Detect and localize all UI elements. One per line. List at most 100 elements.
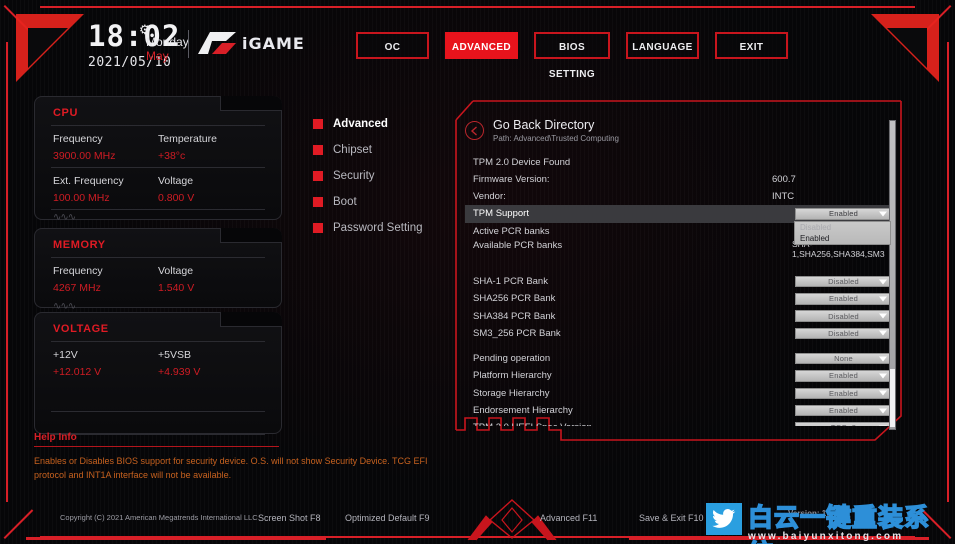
setting-value: INTC — [772, 191, 795, 203]
help-info-section: Help Info Enables or Disables BIOS suppo… — [34, 432, 454, 483]
bottom-red-line-left — [26, 537, 326, 540]
setting-dropdown[interactable]: Disabled — [795, 327, 892, 340]
dropdown-selected-value: Disabled — [828, 328, 859, 338]
setting-row[interactable]: Pending operation None — [465, 350, 892, 367]
tab-language[interactable]: LANGUAGE — [626, 32, 699, 59]
setting-row[interactable]: SHA256 PCR Bank Enabled — [465, 290, 892, 307]
setting-label: TPM Support — [473, 208, 529, 220]
tab-advanced[interactable]: ADVANCED — [445, 32, 518, 59]
setting-row[interactable]: SM3_256 PCR Bank Disabled — [465, 325, 892, 342]
menu-item-boot[interactable]: Boot — [313, 196, 423, 208]
dropdown-selected-value: TCG_2 — [831, 423, 856, 426]
section-menu: Advanced Chipset Security Boot Password Sett… — [313, 118, 423, 248]
setting-label: Platform Hierarchy — [473, 370, 552, 382]
dropdown-selected-value: Disabled — [828, 311, 859, 321]
brand-block: iGAME — [196, 28, 305, 58]
watermark-url: www.baiyunxitong.com — [748, 531, 904, 542]
chevron-down-icon — [879, 356, 887, 362]
dropdown-selected-value: None — [834, 354, 853, 364]
bullet-square-icon — [313, 197, 323, 207]
brand-name: iGAME — [242, 33, 305, 53]
setting-label: SHA-1 PCR Bank — [473, 276, 548, 287]
vertical-scrollbar[interactable] — [889, 120, 896, 430]
clock-day-of-week: Monday — [146, 35, 189, 49]
metric-label: +12V — [53, 349, 78, 361]
menu-item-password-setting[interactable]: Password Setting — [313, 222, 423, 234]
panel-row: Frequency 4267 MHz Voltage 1.540 V — [35, 258, 281, 299]
menu-item-chipset[interactable]: Chipset — [313, 144, 423, 156]
setting-label: Vendor: — [473, 191, 506, 203]
setting-dropdown[interactable]: Enabled — [795, 370, 892, 382]
chevron-down-icon — [879, 279, 887, 284]
dropdown-options-list[interactable]: Disabled Enabled — [794, 220, 891, 245]
main-content-panel: Go Back Directory Path: Advanced\Trusted… — [455, 100, 902, 452]
chevron-down-icon — [879, 296, 887, 302]
menu-item-label: Advanced — [333, 118, 388, 130]
setting-dropdown[interactable]: Enabled — [795, 387, 892, 400]
function-key-3[interactable]: Advanced F11 — [540, 513, 597, 523]
function-key-1[interactable]: Screen Shot F8 — [258, 513, 321, 523]
metric-value: 3900.00 MHz — [53, 150, 116, 162]
chevron-down-icon — [879, 425, 887, 426]
copyright-text: Copyright (C) 2021 American Megatrends I… — [60, 513, 258, 522]
tab-oc[interactable]: OC — [356, 32, 429, 59]
menu-item-security[interactable]: Security — [313, 170, 423, 182]
setting-dropdown[interactable]: Enabled — [795, 404, 892, 417]
chevron-down-icon — [879, 390, 887, 396]
menu-item-label: Security — [333, 170, 375, 182]
setting-row[interactable]: SHA384 PCR Bank Disabled — [465, 307, 892, 324]
setting-dropdown[interactable]: None — [795, 352, 892, 365]
setting-dropdown[interactable]: Disabled — [795, 310, 892, 322]
clock-month: May — [146, 49, 169, 64]
setting-row[interactable]: TPM Support Enabled Disabled Enabled — [465, 205, 892, 245]
setting-row[interactable]: TPM 2.0 UEFI Spec Version TCG_2 — [465, 419, 892, 426]
top-tab-bar: OC ADVANCED BIOS SETTING LANGUAGE EXIT — [356, 32, 788, 80]
go-back-directory[interactable]: Go Back Directory Path: Advanced\Trusted… — [465, 118, 892, 143]
dropdown-selected-value: Enabled — [829, 406, 858, 416]
dropdown-option[interactable]: Enabled — [795, 233, 890, 244]
menu-item-label: Boot — [333, 196, 357, 208]
setting-row: Firmware Version: 600.7 — [465, 171, 892, 188]
setting-dropdown[interactable]: Disabled — [795, 275, 892, 288]
function-key-2[interactable]: Optimized Default F9 — [345, 513, 430, 523]
menu-item-advanced[interactable]: Advanced — [313, 118, 423, 130]
chevron-left-icon[interactable] — [465, 121, 484, 140]
setting-label: SM3_256 PCR Bank — [473, 327, 561, 339]
metric-label: Voltage — [158, 175, 194, 187]
metric-label: Temperature — [158, 133, 217, 145]
bullet-square-icon — [313, 223, 323, 233]
chevron-down-icon — [879, 313, 887, 319]
setting-label: TPM 2.0 Device Found — [473, 156, 571, 168]
voltage-monitor-panel: VOLTAGE +12V +12.012 V +5VSB +4.939 V — [34, 312, 282, 435]
panel-row: +12V +12.012 V +5VSB +4.939 V — [35, 342, 281, 383]
settings-list: TPM 2.0 Device Found Firmware Version: 600… — [465, 153, 892, 426]
setting-label: TPM 2.0 UEFI Spec Version — [473, 422, 795, 426]
dropdown-option[interactable]: Disabled — [795, 222, 890, 233]
setting-row[interactable]: Endorsement Hierarchy Enabled — [465, 402, 892, 419]
chevron-down-icon — [879, 211, 887, 217]
scrollbar-thumb[interactable] — [890, 369, 895, 427]
go-back-title: Go Back Directory — [493, 118, 595, 132]
setting-row[interactable]: Platform Hierarchy Enabled — [465, 367, 892, 384]
setting-dropdown[interactable]: TCG_2 — [795, 422, 892, 426]
metric-value: +38°c — [158, 150, 186, 162]
panel-row: Frequency 3900.00 MHz Temperature +38°c — [35, 126, 281, 167]
setting-row: TPM 2.0 Device Found — [465, 153, 892, 170]
dropdown-selected-value: Enabled — [829, 371, 858, 381]
metric-value: +12.012 V — [53, 366, 102, 378]
function-key-4[interactable]: Save & Exit F10 — [639, 513, 704, 523]
setting-row[interactable]: SHA-1 PCR Bank Disabled — [465, 273, 892, 290]
tab-bios-setting[interactable]: BIOS SETTING — [534, 32, 610, 80]
setting-dropdown[interactable]: Enabled Disabled Enabled — [794, 208, 892, 245]
setting-row[interactable]: Storage Hierarchy Enabled — [465, 385, 892, 402]
setting-row: Vendor: INTC — [465, 188, 892, 205]
dropdown-selected-value: Disabled — [828, 277, 859, 286]
help-info-rule — [34, 446, 279, 447]
metric-label: Frequency — [53, 265, 103, 277]
setting-label: Available PCR banks — [473, 239, 563, 251]
dropdown-selected-value: Enabled — [829, 209, 858, 219]
dropdown-selected-value: Enabled — [829, 388, 858, 398]
tab-exit[interactable]: EXIT — [715, 32, 788, 59]
metric-value: 4267 MHz — [53, 282, 101, 294]
setting-dropdown[interactable]: Enabled — [795, 293, 892, 305]
